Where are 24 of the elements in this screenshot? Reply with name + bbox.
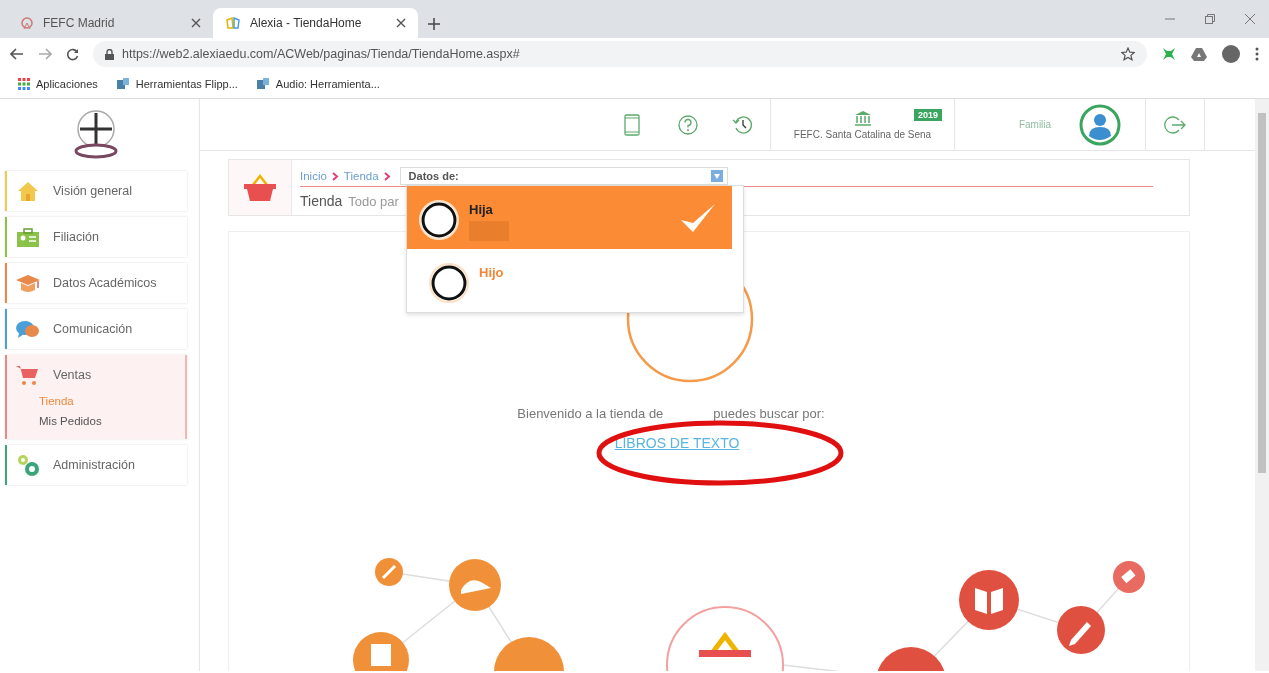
sidebar-item[interactable]: Visión general (7, 171, 187, 211)
page-subtitle: Todo par (348, 194, 399, 209)
page-title: Tienda (300, 193, 343, 209)
browser-tab[interactable]: Alexia - TiendaHome (213, 8, 418, 38)
bookmark-link[interactable]: Audio: Herramienta... (255, 78, 380, 90)
bookmark-link[interactable]: Herramientas Flipp... (115, 78, 238, 90)
sidebar-item[interactable]: Administración (7, 445, 187, 485)
sidebar-item[interactable]: Comunicación (7, 309, 187, 349)
sidebar-item[interactable]: Filiación (7, 217, 187, 257)
year-badge: 2019 (913, 109, 942, 121)
browser-tab[interactable]: FEFC Madrid (8, 8, 213, 38)
student-option[interactable]: Hija (407, 186, 732, 249)
student-dropdown[interactable]: Datos de: (399, 167, 728, 185)
address-bar[interactable]: https://web2.alexiaedu.com/ACWeb/paginas/Tienda/TiendaHome.aspx# (93, 41, 1147, 67)
sidebar-item[interactable]: Datos Académicos (7, 263, 187, 303)
user-role: Familia (1018, 119, 1052, 130)
student-name: Hija (469, 202, 494, 217)
bookmark-link[interactable]: Aplicaciones (18, 78, 98, 90)
welcome-text: Bienvenido a la tienda de (517, 406, 664, 421)
sidebar-subitem[interactable]: Mis Pedidos (39, 415, 187, 427)
school-name: FEFC. Santa Catalina de Sena (793, 128, 932, 140)
sidebar-item[interactable]: Ventas (7, 355, 187, 395)
student-name: Hijo (479, 265, 505, 280)
welcome-text: puedes buscar por: (713, 406, 825, 421)
